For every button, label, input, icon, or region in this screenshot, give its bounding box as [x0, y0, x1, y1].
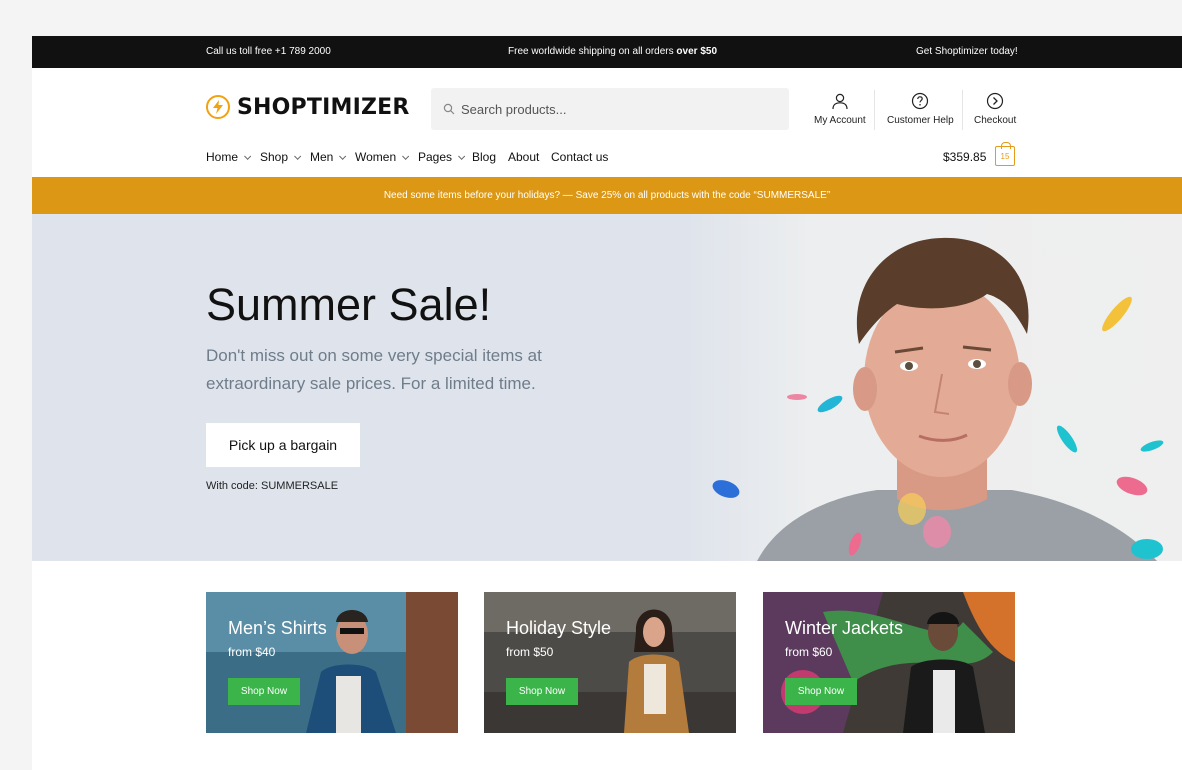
- shop-now-button[interactable]: Shop Now: [228, 678, 300, 705]
- nav-label: Home: [206, 150, 239, 164]
- page-frame: Call us toll free +1 789 2000 Free world…: [32, 36, 1182, 770]
- header-divider: [962, 90, 963, 130]
- nav-label: Shop: [260, 150, 289, 164]
- nav-label: Pages: [418, 150, 453, 164]
- hero-code-text: With code: SUMMERSALE: [206, 480, 339, 492]
- user-icon: [832, 93, 848, 110]
- customer-help-label: Customer Help: [887, 115, 954, 126]
- phone-text: Call us toll free +1 789 2000: [206, 46, 331, 57]
- chevron-down-icon: [402, 152, 410, 160]
- card-title: Holiday Style: [506, 618, 612, 638]
- winter-jackets-image: [763, 592, 1015, 733]
- cart-total[interactable]: $359.85: [943, 150, 986, 164]
- nav-label: Men: [310, 150, 334, 164]
- chevron-down-icon: [244, 152, 252, 160]
- checkout-link[interactable]: Checkout: [974, 92, 1016, 126]
- cart-bag-icon[interactable]: 15: [995, 142, 1015, 166]
- shipping-text: Free worldwide shipping on all orders ov…: [508, 46, 717, 57]
- header-divider: [874, 90, 875, 130]
- card-price: from $40: [228, 645, 276, 659]
- logo-text: SHOPTIMIZER: [237, 94, 410, 120]
- shipping-threshold: over $50: [676, 46, 718, 57]
- nav-item-women[interactable]: Women: [355, 150, 410, 164]
- chevron-down-icon: [294, 152, 302, 160]
- card-title: Men’s Shirts: [228, 618, 327, 638]
- top-bar: Call us toll free +1 789 2000 Free world…: [32, 36, 1182, 68]
- card-title: Winter Jackets: [785, 618, 904, 638]
- mens-shirts-image: [206, 592, 458, 733]
- category-card-winter-jackets[interactable]: Winter Jackets from $60 Shop Now: [763, 592, 1015, 733]
- hero-banner: Summer Sale! Don't miss out on some very…: [32, 214, 1182, 561]
- category-cards: Men’s Shirts from $40 Shop Now Holiday S…: [32, 592, 1182, 734]
- card-price: from $50: [506, 645, 554, 659]
- nav-item-blog[interactable]: Blog: [472, 150, 496, 164]
- nav-item-shop[interactable]: Shop: [260, 150, 302, 164]
- search-box[interactable]: [431, 88, 789, 130]
- holiday-style-image: [484, 592, 736, 733]
- promo-bar: Need some items before your holidays? — …: [32, 177, 1182, 214]
- hero-person-illustration: [712, 237, 1164, 561]
- customer-help-link[interactable]: Customer Help: [887, 92, 954, 126]
- nav-item-men[interactable]: Men: [310, 150, 347, 164]
- nav-item-about[interactable]: About: [508, 150, 539, 164]
- nav-label: Women: [355, 150, 397, 164]
- nav-item-contact[interactable]: Contact us: [551, 150, 608, 164]
- search-input[interactable]: [461, 88, 771, 130]
- site-logo[interactable]: SHOPTIMIZER: [206, 93, 409, 121]
- checkout-label: Checkout: [974, 115, 1017, 126]
- chevron-down-icon: [458, 152, 466, 160]
- site-header: SHOPTIMIZER My Account Customer Help: [32, 68, 1182, 144]
- main-nav: Home Shop Men Women Pages Blog About Con…: [32, 142, 1182, 177]
- get-shoptimizer-link[interactable]: Get Shoptimizer today!: [916, 46, 1018, 57]
- shop-now-button[interactable]: Shop Now: [785, 678, 857, 705]
- nav-item-pages[interactable]: Pages: [418, 150, 466, 164]
- category-card-mens-shirts[interactable]: Men’s Shirts from $40 Shop Now: [206, 592, 458, 733]
- shop-now-button[interactable]: Shop Now: [506, 678, 578, 705]
- nav-item-home[interactable]: Home: [206, 150, 252, 164]
- hero-image: [687, 214, 1182, 561]
- category-card-holiday-style[interactable]: Holiday Style from $50 Shop Now: [484, 592, 736, 733]
- my-account-link[interactable]: My Account: [814, 92, 866, 126]
- cart-count: 15: [1000, 152, 1010, 161]
- promo-text: Need some items before your holidays? — …: [383, 190, 831, 201]
- lightning-bolt-icon: [206, 95, 230, 119]
- question-circle-icon: [912, 92, 929, 110]
- my-account-label: My Account: [814, 115, 866, 126]
- card-price: from $60: [785, 645, 833, 659]
- shipping-text-prefix: Free worldwide shipping on all orders: [508, 46, 677, 57]
- pick-up-bargain-button[interactable]: Pick up a bargain: [206, 423, 360, 467]
- chevron-down-icon: [339, 152, 347, 160]
- hero-title: Summer Sale!: [206, 279, 492, 330]
- search-icon: [443, 103, 455, 115]
- arrow-right-circle-icon: [987, 92, 1004, 110]
- hero-subtitle: Don't miss out on some very special item…: [206, 346, 542, 393]
